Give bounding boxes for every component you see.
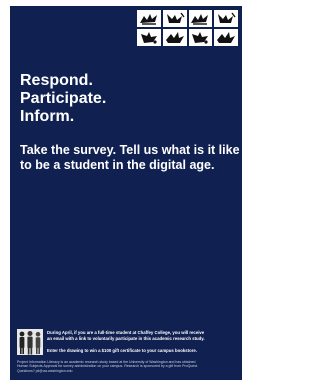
hand-gesture-icon xyxy=(162,29,187,46)
hand-gesture-icon xyxy=(214,29,238,46)
hand-gesture-icon xyxy=(188,29,213,46)
subheadline-line: to be a student in the digital age. xyxy=(20,158,215,172)
survey-notice: During April, if you are a full-time stu… xyxy=(47,330,239,341)
headline-line: Participate. xyxy=(20,90,107,107)
hand-gesture-icon xyxy=(162,10,187,27)
drawing-notice: Enter the drawing to win a $100 gift cer… xyxy=(47,348,197,353)
headline: Respond. Participate. Inform. xyxy=(20,72,235,126)
logo-grid xyxy=(137,10,238,46)
hand-gesture-icon xyxy=(137,29,161,46)
hand-gesture-icon xyxy=(188,10,213,27)
people-silhouette-icon xyxy=(17,329,43,355)
headline-line: Respond. xyxy=(20,72,93,89)
hand-gesture-icon xyxy=(214,10,238,27)
subheadline-line: Take the survey. Tell us what is it like xyxy=(20,143,240,157)
survey-notice-block: During April, if you are a full-time stu… xyxy=(17,329,237,357)
survey-poster: Respond. Participate. Inform. Take the s… xyxy=(10,6,242,380)
footer-disclaimer: Project Information Literacy is an acade… xyxy=(17,360,237,373)
headline-line: Inform. xyxy=(20,108,75,125)
hand-gesture-icon xyxy=(137,10,161,27)
footer-line: Questions? pil@uw.washington.edu xyxy=(17,368,73,373)
notice-line: an email with a link to voluntarily part… xyxy=(47,335,205,341)
subheadline: Take the survey. Tell us what is it like… xyxy=(20,143,240,173)
